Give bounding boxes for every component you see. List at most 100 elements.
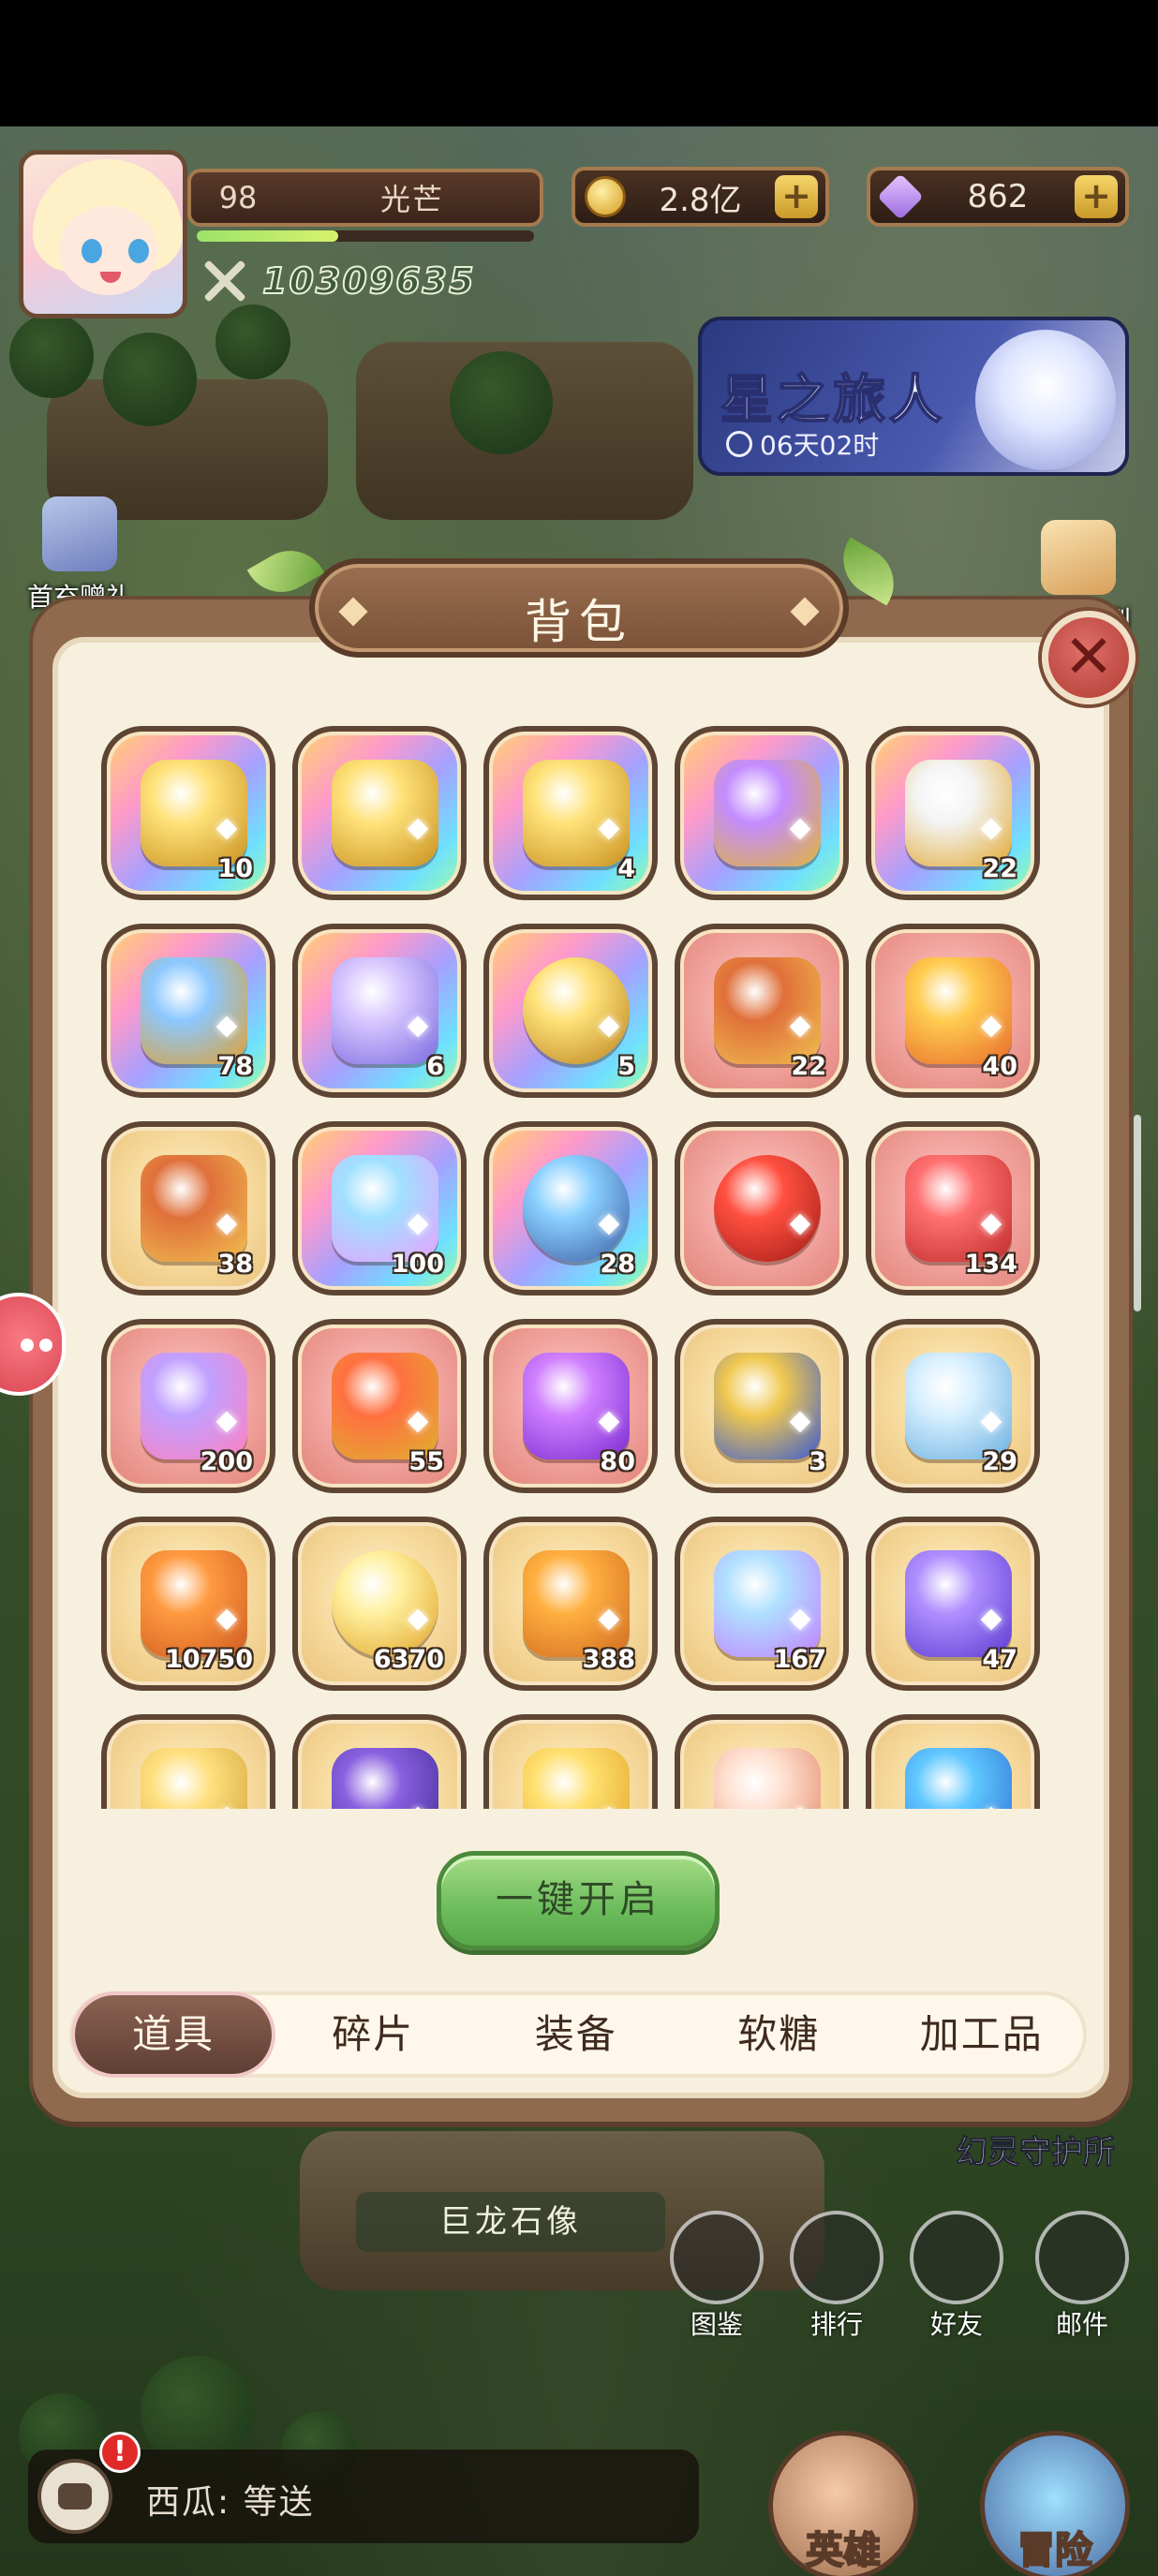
add-gold-button[interactable]: + [775, 175, 818, 218]
player-name: 光芒 [379, 182, 444, 217]
inventory-item[interactable]: 388 [483, 1517, 658, 1691]
inventory-item[interactable]: 200 [101, 1319, 275, 1493]
item-count: 22 [791, 1052, 826, 1081]
category-tabs: 道具 碎片 装备 软糖 加工品 [69, 1991, 1087, 2078]
player-avatar[interactable] [19, 150, 187, 318]
event-banner[interactable]: 星之旅人 06天02时 [698, 317, 1129, 476]
inventory-item[interactable]: 22 [675, 924, 849, 1098]
event-time-left: 06天02时 [760, 430, 880, 461]
calendar-icon [1041, 520, 1116, 595]
mail-label: 邮件 [1055, 2309, 1108, 2340]
heart-gem-icon [332, 1353, 438, 1459]
inventory-item[interactable] [483, 1714, 658, 1809]
tab-fragments[interactable]: 碎片 [272, 1995, 475, 2074]
inventory-item[interactable]: 10 [101, 726, 275, 900]
inventory-item[interactable] [675, 1714, 849, 1809]
tab-processed-goods[interactable]: 加工品 [881, 1995, 1084, 2074]
inventory-item[interactable] [101, 1714, 275, 1809]
item-count: 3 [809, 1447, 826, 1476]
statue-location-label[interactable]: 巨龙石像 [356, 2192, 665, 2252]
golden-chest-icon [141, 760, 247, 866]
inventory-item[interactable] [292, 726, 467, 900]
friends-button[interactable]: 好友 [905, 2211, 1008, 2342]
item-count: 29 [982, 1447, 1017, 1476]
tab-items[interactable]: 道具 [75, 1995, 272, 2074]
mail-button[interactable]: 邮件 [1031, 2211, 1134, 2342]
item-count: 22 [982, 854, 1017, 883]
inventory-item[interactable]: 28 [483, 1121, 658, 1295]
tab-equipment[interactable]: 装备 [475, 1995, 678, 2074]
item-count: 55 [408, 1447, 444, 1476]
adventure-button[interactable]: 冒险 [971, 2431, 1139, 2576]
item-count: 5 [617, 1052, 635, 1081]
cookie-figure-icon [332, 957, 438, 1064]
tower-ticket-icon [714, 1748, 821, 1809]
red-orb-icon [714, 1155, 821, 1262]
inventory-item[interactable]: 55 [292, 1319, 467, 1493]
potion-bottle-icon [523, 1353, 630, 1459]
gold-shard-icon [905, 957, 1012, 1064]
combat-power: 10309635 [197, 253, 476, 309]
inventory-item[interactable] [675, 1121, 849, 1295]
item-count: 388 [582, 1645, 635, 1674]
item-count: 6370 [373, 1645, 444, 1674]
guard-location-label[interactable]: 幻灵守护所 [956, 2126, 1116, 2172]
crossed-swords-icon [197, 255, 253, 307]
open-all-button[interactable]: 一键开启 [437, 1851, 720, 1950]
inventory-item[interactable]: 134 [866, 1121, 1040, 1295]
blue-stone-icon [905, 1748, 1012, 1809]
modal-title-plate: 背包 [309, 558, 849, 658]
inventory-item[interactable]: 6 [292, 924, 467, 1098]
add-gems-button[interactable]: + [1075, 175, 1118, 218]
tab-gummies[interactable]: 软糖 [677, 1995, 881, 2074]
close-button[interactable]: ✕ [1042, 611, 1136, 704]
chat-icon[interactable] [37, 2459, 112, 2534]
treasure-chest-icon [141, 1155, 247, 1262]
item-count: 40 [982, 1052, 1017, 1081]
inventory-item[interactable]: 4 [483, 726, 658, 900]
inventory-item[interactable] [292, 1714, 467, 1809]
codex-label: 图鉴 [690, 2309, 743, 2340]
inventory-item[interactable] [675, 726, 849, 900]
item-count: 38 [217, 1250, 253, 1279]
gold-amount: 2.8亿 [659, 181, 742, 219]
codex-button[interactable]: 图鉴 [665, 2211, 768, 2342]
inventory-item[interactable]: 47 [866, 1517, 1040, 1691]
red-shard-icon [905, 1155, 1012, 1262]
inventory-item[interactable]: 3 [675, 1319, 849, 1493]
hero-button[interactable]: 英雄 [759, 2431, 928, 2576]
book-icon [670, 2211, 764, 2304]
golden-chest-icon [523, 760, 630, 866]
first-recharge-button[interactable]: 首充赠礼 [19, 496, 141, 614]
inventory-grid[interactable]: 10 4 22 78 6 5 22 40 38 100 28 134 200 55 80 3 29 10750 63… [101, 726, 1057, 1809]
inventory-item[interactable]: 29 [866, 1319, 1040, 1493]
inventory-item[interactable]: 10750 [101, 1517, 275, 1691]
inventory-item[interactable]: 78 [101, 924, 275, 1098]
status-bar [0, 0, 1158, 126]
item-count: 80 [600, 1447, 635, 1476]
player-level-bar[interactable]: 98 光芒 [187, 169, 543, 227]
inventory-item[interactable]: 80 [483, 1319, 658, 1493]
inventory-item[interactable]: 40 [866, 924, 1040, 1098]
inventory-item[interactable] [866, 1714, 1040, 1809]
adventure-label: 冒险 [1017, 2528, 1093, 2573]
feather-icon [523, 1748, 630, 1809]
scroll-card-icon [141, 1550, 247, 1657]
inventory-item[interactable]: 100 [292, 1121, 467, 1295]
player-level: 98 [218, 180, 258, 215]
candy-hat-icon [141, 1353, 247, 1459]
gold-currency: 2.8亿 + [572, 167, 829, 227]
scrollbar[interactable] [1134, 1115, 1141, 1311]
ranking-button[interactable]: 排行 [785, 2211, 888, 2342]
inventory-item[interactable]: 38 [101, 1121, 275, 1295]
rainbow-shard-icon [332, 1155, 438, 1262]
inventory-item[interactable]: 167 [675, 1517, 849, 1691]
xp-progress-bar [197, 230, 534, 242]
jeweled-chest-icon [141, 957, 247, 1064]
inventory-item[interactable]: 5 [483, 924, 658, 1098]
inventory-item[interactable]: 22 [866, 726, 1040, 900]
inventory-item[interactable]: 6370 [292, 1517, 467, 1691]
friend-icon [910, 2211, 1003, 2304]
golden-ring-icon [523, 957, 630, 1064]
item-count: 134 [964, 1250, 1017, 1279]
